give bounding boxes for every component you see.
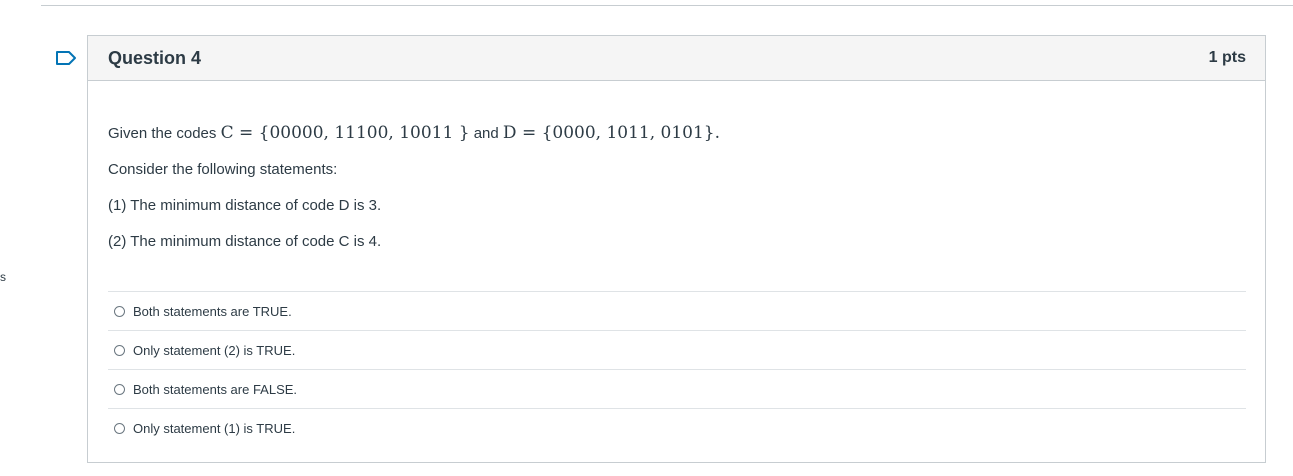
given-line: Given the codes C = {00000, 11100, 10011… [108, 122, 1246, 145]
edge-text-fragment: s [0, 270, 6, 284]
top-divider [41, 5, 1293, 6]
code-c-expression: C = {00000, 11100, 10011 } [220, 123, 470, 143]
consider-line: Consider the following statements: [108, 161, 338, 178]
flag-question-icon[interactable] [55, 50, 77, 66]
question-text: Given the codes C = {00000, 11100, 10011… [108, 122, 1246, 253]
answer-option[interactable]: Both statements are FALSE. [108, 369, 1246, 408]
question-header: Question 4 1 pts [88, 36, 1265, 81]
question-body: Given the codes C = {00000, 11100, 10011… [88, 122, 1265, 447]
radio-button-icon[interactable] [114, 344, 125, 356]
statement-1: (1) The minimum distance of code D is 3. [108, 197, 382, 214]
answer-label: Only statement (1) is TRUE. [133, 420, 296, 436]
answer-option[interactable]: Only statement (1) is TRUE. [108, 408, 1246, 447]
answer-label: Only statement (2) is TRUE. [133, 342, 296, 358]
given-suffix: . [714, 123, 721, 143]
answer-option[interactable]: Both statements are TRUE. [108, 291, 1246, 330]
given-prefix: Given the codes [108, 125, 221, 142]
question-title: Question 4 [108, 47, 202, 68]
answer-option[interactable]: Only statement (2) is TRUE. [108, 330, 1246, 369]
answer-label: Both statements are FALSE. [133, 381, 298, 397]
radio-button-icon[interactable] [114, 422, 125, 434]
radio-button-icon[interactable] [114, 305, 125, 317]
code-d-expression: D = {0000, 1011, 0101} [502, 123, 715, 143]
given-mid: and [469, 125, 503, 142]
answer-label: Both statements are TRUE. [133, 303, 292, 319]
answer-list: Both statements are TRUE. Only statement… [108, 291, 1246, 447]
question-points: 1 pts [1208, 49, 1246, 66]
statement-2: (2) The minimum distance of code C is 4. [108, 233, 382, 250]
radio-button-icon[interactable] [114, 383, 125, 395]
question-card: Question 4 1 pts Given the codes C = {00… [87, 35, 1266, 463]
